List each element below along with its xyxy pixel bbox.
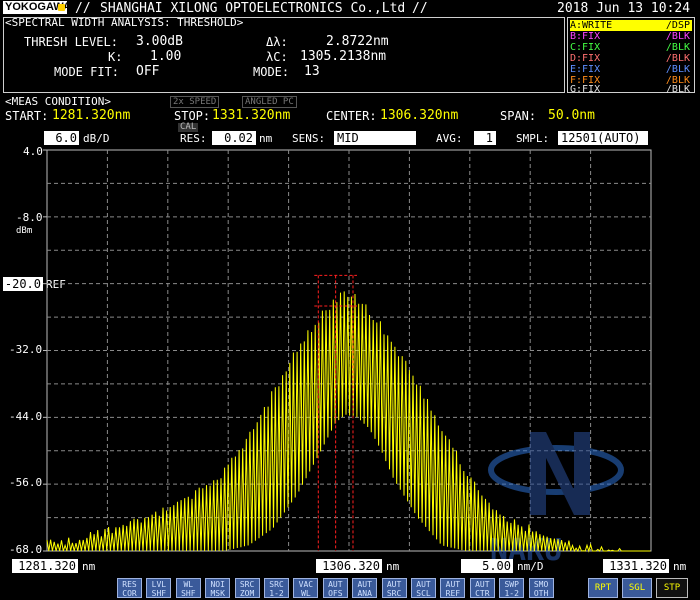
- x-stop-unit: nm: [673, 560, 687, 573]
- softkey-swp-12[interactable]: SWP 1-2: [499, 578, 525, 598]
- softkey-line: SHF: [151, 589, 167, 598]
- softkey-line: 1-2: [269, 589, 284, 598]
- softkey-noi-msk[interactable]: NOI MSK: [205, 578, 231, 598]
- x-center-field[interactable]: 1306.320: [316, 559, 382, 573]
- softkey-aut-ctr[interactable]: AUT CTR: [469, 578, 495, 598]
- softkey-line: SRC: [239, 580, 255, 589]
- softkey-line: VAC: [298, 580, 314, 589]
- x-start-unit: nm: [82, 560, 96, 573]
- x-div-field[interactable]: 5.00: [461, 559, 513, 573]
- softkey-line: AUT: [328, 580, 343, 589]
- softkey-line: OFS: [328, 589, 343, 598]
- repeat-button[interactable]: RPT: [588, 578, 618, 598]
- softkey-vac-wl[interactable]: VAC WL: [293, 578, 319, 598]
- softkey-line: COR: [122, 589, 137, 598]
- x-div-unit: nm/D: [517, 560, 544, 573]
- softkey-line: SRC: [269, 580, 284, 589]
- softkey-line: WL: [183, 580, 194, 589]
- softkey-line: SWP: [504, 580, 519, 589]
- stop-button[interactable]: STP: [656, 578, 688, 598]
- softkey-wl-shf[interactable]: WL SHF: [175, 578, 201, 598]
- softkey-aut-src[interactable]: AUT SRC: [381, 578, 407, 598]
- trace-a-line: [46, 291, 651, 553]
- spectrum-chart[interactable]: NAKU: [0, 0, 700, 600]
- softkey-line: AUT: [386, 580, 402, 589]
- watermark-n-glyph: [530, 432, 590, 515]
- softkey-line: CTR: [475, 589, 490, 598]
- softkey-line: OTH: [533, 589, 549, 598]
- softkey-aut-ana[interactable]: AUT ANA: [352, 578, 378, 598]
- softkey-src-12[interactable]: SRC 1-2: [264, 578, 289, 598]
- softkey-lvl-shf[interactable]: LVL SHF: [146, 578, 172, 598]
- softkey-line: AUT: [445, 580, 461, 589]
- softkey-src-zom[interactable]: SRC ZOM: [234, 578, 260, 598]
- softkey-line: SHF: [181, 589, 196, 598]
- softkey-line: SMO: [533, 580, 549, 589]
- softkey-line: LVL: [151, 580, 167, 589]
- softkey-line: REF: [445, 589, 461, 598]
- single-button[interactable]: SGL: [622, 578, 652, 598]
- softkey-line: SCL: [416, 589, 431, 598]
- softkey-res-cor[interactable]: RES COR: [117, 578, 142, 598]
- softkey-line: RES: [122, 580, 137, 589]
- softkey-smo-oth[interactable]: SMO OTH: [528, 578, 554, 598]
- softkey-line: NOI: [210, 580, 225, 589]
- trace-a: [46, 291, 651, 553]
- softkey-line: SRC: [386, 589, 402, 598]
- softkey-line: MSK: [210, 589, 225, 598]
- softkey-line: AUT: [357, 580, 372, 589]
- softkey-line: AUT: [416, 580, 431, 589]
- softkey-aut-scl[interactable]: AUT SCL: [411, 578, 436, 598]
- softkey-aut-ofs[interactable]: AUT OFS: [322, 578, 348, 598]
- softkey-line: ZOM: [239, 589, 255, 598]
- x-center-unit: nm: [386, 560, 400, 573]
- softkey-aut-ref[interactable]: AUT REF: [440, 578, 466, 598]
- softkey-line: 1-2: [504, 589, 519, 598]
- softkey-line: ANA: [357, 589, 372, 598]
- softkey-line: WL: [301, 589, 311, 598]
- softkey-line: AUT: [475, 580, 490, 589]
- x-start-field[interactable]: 1281.320: [12, 559, 78, 573]
- x-stop-field[interactable]: 1331.320: [603, 559, 669, 573]
